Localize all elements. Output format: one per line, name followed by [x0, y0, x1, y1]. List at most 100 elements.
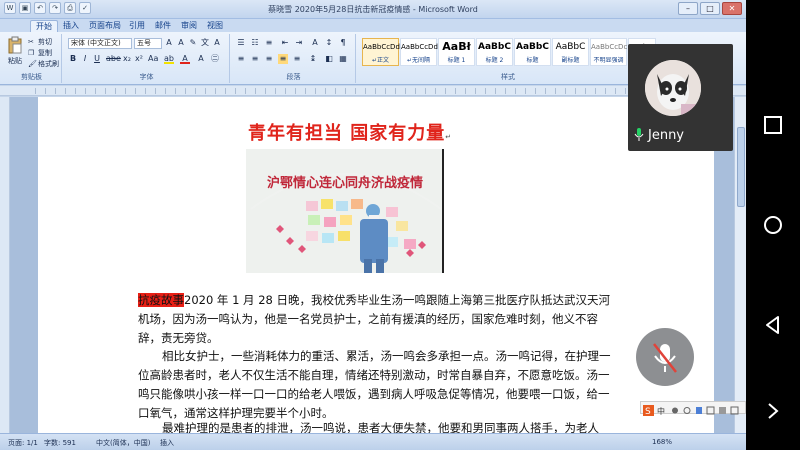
word-count[interactable]: 字数: 591: [44, 438, 76, 448]
format-painter-button[interactable]: 🖌格式刷: [28, 59, 59, 69]
highlight-button[interactable]: ab: [164, 54, 174, 64]
italic-button[interactable]: I: [80, 54, 90, 64]
document-area[interactable]: 青年有担当 国家有力量↵ 沪鄂情心连心同舟济战疫情 抗疫故事2020 年 1 月…: [10, 97, 734, 433]
home-icon[interactable]: [762, 214, 784, 236]
language[interactable]: 中文(简体，中国): [96, 438, 150, 448]
tab-mailings[interactable]: 邮件: [150, 20, 176, 32]
phonetic-button[interactable]: 文: [200, 38, 210, 48]
scissors-icon: ✂: [28, 37, 34, 46]
close-button[interactable]: ✕: [722, 2, 742, 15]
font-color-button[interactable]: A: [180, 54, 190, 64]
style-name: 标题 2: [485, 57, 504, 64]
scroll-thumb[interactable]: [737, 127, 745, 207]
distribute-button[interactable]: ≡: [292, 54, 302, 64]
style-name: 不明显强调: [593, 57, 624, 64]
clipboard-group-label: 剪贴板: [21, 73, 42, 81]
format-painter-label: 格式刷: [38, 60, 59, 68]
subscript-button[interactable]: x₂: [122, 54, 132, 64]
align-right-button[interactable]: ≡: [264, 54, 274, 64]
tab-home[interactable]: 开始: [30, 20, 58, 32]
char-border-button[interactable]: A: [212, 38, 222, 48]
style-sample: AaBbCcDd: [363, 43, 400, 51]
chevron-right-icon[interactable]: [762, 400, 784, 422]
font-size-select[interactable]: 五号: [134, 38, 162, 49]
mic-on-icon: [634, 128, 644, 141]
dog-photo: [645, 60, 701, 116]
multilevel-list-button[interactable]: ≡: [264, 38, 274, 48]
copy-label: 复制: [38, 49, 52, 57]
shading-button[interactable]: ◧: [324, 54, 334, 64]
underline-button[interactable]: U: [92, 54, 102, 64]
banner-text: 沪鄂情心连心同舟济战疫情: [267, 175, 423, 191]
decrease-indent-button[interactable]: ⇤: [280, 38, 290, 48]
cut-button[interactable]: ✂ 剪切: [28, 37, 52, 47]
strikethrough-button[interactable]: abe: [106, 54, 121, 64]
shrink-font-button[interactable]: A: [176, 38, 186, 48]
vertical-scrollbar[interactable]: [734, 97, 746, 433]
document-page[interactable]: 青年有担当 国家有力量↵ 沪鄂情心连心同舟济战疫情 抗疫故事2020 年 1 月…: [38, 97, 714, 433]
participant-tile[interactable]: Jenny: [628, 44, 733, 151]
enclose-char-button[interactable]: ㊁: [210, 54, 220, 64]
zoom-level[interactable]: 168%: [652, 438, 672, 446]
recents-icon[interactable]: [762, 114, 784, 136]
style-heading-2[interactable]: AaBbC 标题 2: [476, 38, 513, 66]
insert-mode[interactable]: 插入: [160, 438, 174, 448]
increase-indent-button[interactable]: ⇥: [294, 38, 304, 48]
page-count[interactable]: 页面: 1/1: [8, 438, 38, 448]
align-left-button[interactable]: ≡: [236, 54, 246, 64]
paragraph-group: ☰ ☷ ≡ ⇤ ⇥ A ↕ ¶ ≡ ≡ ≡ ≡ ≡ ↨ ◧ ▦ 段落: [232, 34, 356, 83]
borders-button[interactable]: ▦: [338, 54, 348, 64]
ruler-ticks: [35, 88, 715, 94]
window-title: 蔡晓雪 2020年5月28日抗击新冠疫情感 - Microsoft Word: [268, 5, 478, 14]
numbering-button[interactable]: ☷: [250, 38, 260, 48]
justify-button[interactable]: ≡: [278, 54, 288, 64]
tab-page-layout[interactable]: 页面布局: [84, 20, 126, 32]
paste-button[interactable]: 粘贴: [6, 36, 24, 66]
tab-references[interactable]: 引用: [124, 20, 150, 32]
bold-button[interactable]: B: [68, 54, 78, 64]
paragraph-3: 最难护理的是患者的排泄，汤一鸣说，患者大便失禁，他要和男同事两人搭手，为老人: [162, 421, 599, 433]
change-case-button[interactable]: Aa: [148, 54, 158, 64]
align-center-button[interactable]: ≡: [250, 54, 260, 64]
back-icon[interactable]: [762, 314, 784, 336]
ime-toolbar[interactable]: S 中: [640, 401, 746, 417]
superscript-button[interactable]: x²: [134, 54, 144, 64]
font-name-select[interactable]: 宋体 (中文正文): [68, 38, 132, 49]
chinese-layout-button[interactable]: A: [310, 38, 320, 48]
tab-review[interactable]: 审阅: [176, 20, 202, 32]
document-title: 青年有担当 国家有力量↵: [248, 119, 452, 145]
grow-font-button[interactable]: A: [164, 38, 174, 48]
tab-view[interactable]: 视图: [202, 20, 228, 32]
style-heading-1[interactable]: AaBł 标题 1: [438, 38, 475, 66]
tab-insert[interactable]: 插入: [58, 20, 84, 32]
sort-button[interactable]: ↕: [324, 38, 334, 48]
line-spacing-button[interactable]: ↨: [308, 54, 318, 64]
bullets-button[interactable]: ☰: [236, 38, 246, 48]
clear-format-button[interactable]: ✎: [188, 38, 198, 48]
minimize-button[interactable]: –: [678, 2, 698, 15]
vertical-ruler[interactable]: [0, 97, 10, 433]
status-bar: 页面: 1/1 字数: 591 中文(简体，中国) 插入 168%: [0, 433, 746, 450]
title-bar: W ▣ ↶ ↷ ⎙ ✓ 蔡晓雪 2020年5月28日抗击新冠疫情感 - Micr…: [0, 0, 746, 19]
paragraph-mark: ↵: [445, 133, 453, 141]
maximize-button[interactable]: □: [700, 2, 720, 15]
style-normal[interactable]: AaBbCcDd ↵正文: [362, 38, 400, 66]
paste-icon: [8, 36, 22, 54]
ime-icons: S 中: [643, 405, 739, 417]
svg-text:中: 中: [657, 406, 665, 416]
mute-microphone-button[interactable]: [636, 328, 694, 386]
style-title[interactable]: AaBbC 标题: [514, 38, 551, 66]
ribbon-tabs: 开始 插入 页面布局 引用 邮件 审阅 视图: [0, 19, 746, 32]
style-no-spacing[interactable]: AaBbCcDd ↵无间隔: [400, 38, 438, 66]
highlighted-heading: 抗疫故事: [138, 293, 184, 307]
paragraph-group-label: 段落: [286, 73, 301, 81]
copy-icon: ❐: [28, 48, 35, 57]
news-photo[interactable]: 沪鄂情心连心同舟济战疫情: [246, 149, 444, 273]
show-marks-button[interactable]: ¶: [338, 38, 348, 48]
styles-group: AaBbCcDd ↵正文 AaBbCcDd ↵无间隔 AaBł 标题 1 AaBbC 标…: [358, 34, 658, 83]
copy-button[interactable]: ❐ 复制: [28, 48, 52, 58]
style-subtle-emphasis[interactable]: AaBbCcDc 不明显强调: [590, 38, 627, 66]
style-sample: AaBbCcDc: [591, 43, 628, 51]
style-subtitle[interactable]: AaBbC 副标题: [552, 38, 589, 66]
char-shading-button[interactable]: A: [196, 54, 206, 64]
